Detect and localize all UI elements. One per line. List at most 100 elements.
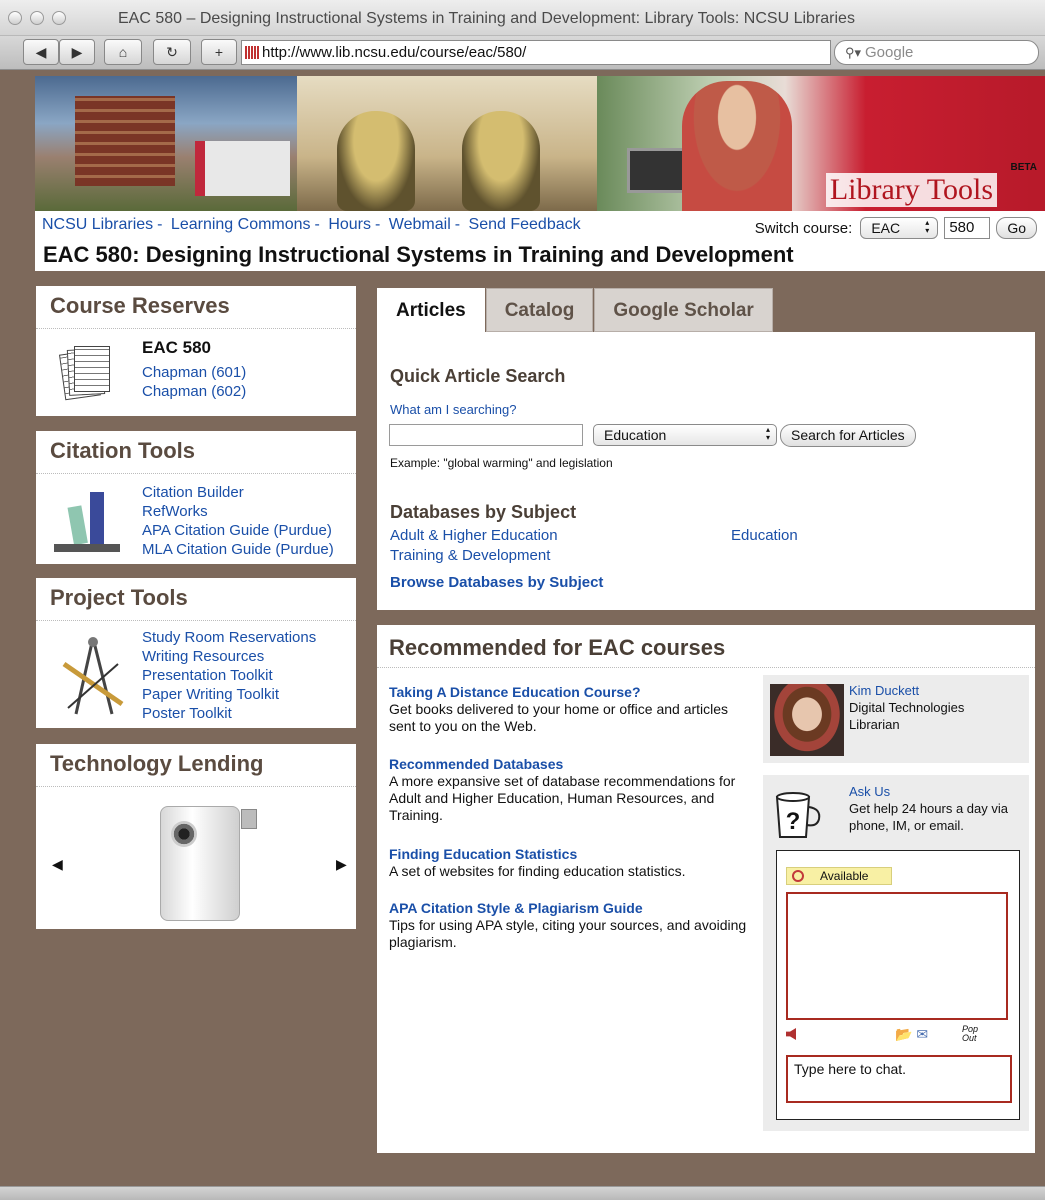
panel-title: Course Reserves	[36, 286, 356, 329]
browser-search-field[interactable]: ⚲▾ Google	[834, 40, 1039, 65]
add-bookmark-button[interactable]: +	[201, 39, 237, 65]
zoom-window-button[interactable]	[52, 11, 66, 25]
reserve-link-chapman-601[interactable]: Chapman (601)	[142, 363, 246, 382]
page-title: EAC 580: Designing Instructional Systems…	[43, 242, 794, 267]
site-header: NCSU Libraries - Learning Commons - Hours -…	[35, 211, 1045, 271]
search-articles-button[interactable]: Search for Articles	[780, 424, 916, 447]
status-badge: Available	[786, 867, 892, 885]
documents-icon	[58, 346, 110, 402]
window-title: EAC 580 – Designing Instructional System…	[118, 10, 855, 27]
nav-separator: -	[375, 216, 381, 233]
recommended-desc: A set of websites for finding education …	[389, 863, 686, 879]
search-tabs: Articles Catalog Google Scholar	[377, 288, 774, 333]
nav-link-send-feedback[interactable]: Send Feedback	[469, 216, 581, 233]
sound-icon[interactable]	[786, 1028, 796, 1040]
nav-link-ncsu-libraries[interactable]: NCSU Libraries	[42, 216, 153, 233]
poster-toolkit-link[interactable]: Poster Toolkit	[142, 704, 316, 723]
presentation-toolkit-link[interactable]: Presentation Toolkit	[142, 666, 316, 685]
db-link-training-development[interactable]: Training & Development	[390, 547, 550, 564]
chat-log[interactable]	[786, 892, 1008, 1020]
nav-separator: -	[454, 216, 461, 233]
recommended-link[interactable]: APA Citation Style & Plagiarism Guide	[389, 900, 749, 917]
status-bar	[0, 1186, 1045, 1200]
apa-guide-link[interactable]: APA Citation Guide (Purdue)	[142, 521, 334, 540]
what-am-i-searching-link[interactable]: What am I searching?	[390, 402, 516, 417]
avatar	[770, 684, 844, 756]
address-text: http://www.lib.ncsu.edu/course/eac/580/	[262, 44, 527, 61]
tab-catalog[interactable]: Catalog	[485, 288, 594, 332]
status-icon	[792, 870, 804, 882]
minimize-window-button[interactable]	[30, 11, 44, 25]
article-search-panel: Quick Article Search What am I searching…	[377, 332, 1035, 610]
pop-out-button[interactable]: Pop Out	[962, 1025, 984, 1043]
nav-separator: -	[157, 216, 163, 233]
camera-lens	[171, 821, 197, 847]
reload-button[interactable]: ↻	[153, 39, 191, 65]
databases-heading: Databases by Subject	[390, 502, 577, 522]
citation-tools-panel: Citation Tools Citation Builder RefWorks…	[36, 431, 356, 564]
top-navigation: NCSU Libraries - Learning Commons - Hours -…	[42, 216, 581, 234]
citation-builder-link[interactable]: Citation Builder	[142, 483, 334, 502]
recommended-link[interactable]: Recommended Databases	[389, 756, 749, 773]
search-icon: ⚲▾	[845, 45, 862, 60]
page-content: BETA Library Tools NCSU Libraries - Learn…	[12, 70, 1045, 1186]
recommended-desc: Tips for using APA style, citing your so…	[389, 917, 747, 950]
mla-guide-link[interactable]: MLA Citation Guide (Purdue)	[142, 540, 334, 559]
nav-link-hours[interactable]: Hours	[328, 216, 371, 233]
recommended-panel: Recommended for EAC courses Taking A Dis…	[377, 625, 1035, 1153]
forward-button[interactable]: ▶	[59, 39, 95, 65]
browse-databases-link[interactable]: Browse Databases by Subject	[390, 574, 603, 591]
list-item: APA Citation Style & Plagiarism Guide Ti…	[389, 900, 749, 951]
books-icon	[54, 486, 124, 552]
db-link-education[interactable]: Education	[731, 527, 798, 544]
compass-pencil-icon	[62, 637, 124, 715]
header-banner: BETA Library Tools	[35, 76, 1045, 211]
home-button[interactable]: ⌂	[104, 39, 142, 65]
chat-widget: Available 📂 ✉ Pop Out Type here to chat.	[776, 850, 1020, 1120]
reserve-link-chapman-602[interactable]: Chapman (602)	[142, 382, 246, 401]
panel-title: Citation Tools	[36, 431, 356, 474]
ask-us-link[interactable]: Ask Us	[849, 784, 890, 799]
previous-arrow-icon[interactable]: ◀	[52, 856, 63, 873]
back-button[interactable]: ◀	[23, 39, 59, 65]
list-item: Finding Education Statistics A set of we…	[389, 846, 749, 880]
project-tools-panel: Project Tools Study Room Reservations Wr…	[36, 578, 356, 728]
go-button[interactable]: Go	[996, 217, 1037, 239]
next-arrow-icon[interactable]: ▶	[336, 856, 347, 873]
person-graphic	[682, 81, 792, 211]
tab-google-scholar[interactable]: Google Scholar	[594, 288, 773, 332]
recommended-link[interactable]: Taking A Distance Education Course?	[389, 684, 749, 701]
librarian-name-link[interactable]: Kim Duckett	[849, 683, 919, 698]
course-switcher: Switch course: EAC 580 Go	[755, 217, 1037, 239]
recommended-link[interactable]: Finding Education Statistics	[389, 846, 749, 863]
study-room-link[interactable]: Study Room Reservations	[142, 628, 316, 647]
ask-us-desc: Get help 24 hours a day via phone, IM, o…	[849, 801, 1008, 833]
db-link-adult-higher-education[interactable]: Adult & Higher Education	[390, 527, 558, 544]
chat-input[interactable]: Type here to chat.	[786, 1055, 1012, 1103]
subject-select[interactable]: EAC	[860, 217, 939, 239]
student-photo: BETA Library Tools	[597, 76, 1045, 211]
nav-link-webmail[interactable]: Webmail	[389, 216, 451, 233]
address-bar[interactable]: http://www.lib.ncsu.edu/course/eac/580/	[241, 40, 831, 65]
course-reserves-panel: Course Reserves EAC 580 Chapman (601) Ch…	[36, 286, 356, 416]
email-icon[interactable]: ✉	[916, 1026, 928, 1042]
tab-articles[interactable]: Articles	[377, 288, 485, 333]
paper-writing-toolkit-link[interactable]: Paper Writing Toolkit	[142, 685, 316, 704]
article-subject-select[interactable]: Education	[593, 424, 777, 446]
librarian-role: Digital Technologies Librarian	[849, 700, 965, 732]
status-text: Available	[820, 869, 869, 883]
recommended-heading: Recommended for EAC courses	[389, 635, 726, 660]
favicon-icon	[245, 46, 259, 59]
article-query-input[interactable]	[389, 424, 583, 446]
nav-link-learning-commons[interactable]: Learning Commons	[171, 216, 311, 233]
course-number-input[interactable]: 580	[944, 217, 991, 239]
writing-resources-link[interactable]: Writing Resources	[142, 647, 316, 666]
building-graphic	[75, 96, 175, 186]
learning-commons-photo	[297, 76, 597, 211]
recommended-desc: A more expansive set of database recomme…	[389, 773, 736, 823]
librarian-card: Kim Duckett Digital Technologies Librari…	[763, 675, 1029, 763]
refworks-link[interactable]: RefWorks	[142, 502, 334, 521]
transfer-file-icon[interactable]: 📂	[895, 1026, 912, 1042]
switch-course-label: Switch course:	[754, 219, 853, 237]
close-window-button[interactable]	[8, 11, 22, 25]
